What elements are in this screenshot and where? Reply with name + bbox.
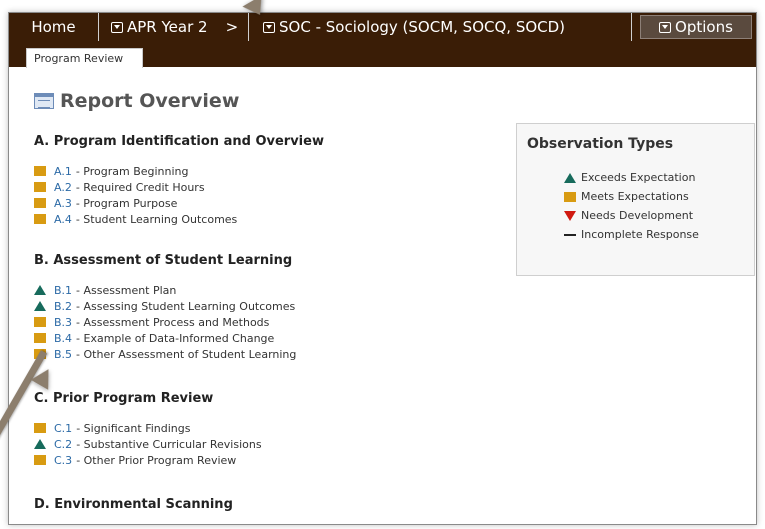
item-link[interactable]: B.5 bbox=[54, 348, 72, 361]
breadcrumb-separator: > bbox=[225, 18, 239, 36]
item-link[interactable]: C.3 bbox=[54, 454, 72, 467]
item-link[interactable]: B.2 bbox=[54, 300, 72, 313]
legend-entry: Meets Expectations bbox=[564, 187, 754, 206]
section-heading: C. Prior Program Review bbox=[34, 391, 214, 406]
section-heading: B. Assessment of Student Learning bbox=[34, 253, 293, 268]
meets-square-icon bbox=[34, 166, 46, 176]
legend-label: Incomplete Response bbox=[581, 228, 699, 241]
item-link[interactable]: C.2 bbox=[54, 438, 72, 451]
nav-program-label: SOC - Sociology (SOCM, SOCQ, SOCD) bbox=[279, 18, 566, 36]
legend-label: Exceeds Expectation bbox=[581, 171, 696, 184]
item-label: - Example of Data-Informed Change bbox=[76, 331, 275, 345]
item-label: - Program Purpose bbox=[75, 196, 178, 210]
options-button[interactable]: Options bbox=[640, 15, 752, 39]
legend-label: Needs Development bbox=[581, 209, 694, 222]
report-section: B. Assessment of Student Learning B.1 - As… bbox=[34, 253, 296, 362]
item-label: - Other Assessment of Student Learning bbox=[76, 347, 297, 361]
tab-bar: Program Review bbox=[9, 41, 756, 68]
report-item: A.4- Student Learning Outcomes bbox=[34, 211, 324, 227]
top-nav-bar: Home APR Year 2 > SOC - Sociology (SOCM,… bbox=[9, 13, 756, 41]
nav-options: Options bbox=[632, 13, 756, 41]
legend-entry: Incomplete Response bbox=[564, 225, 754, 244]
report-icon bbox=[34, 93, 54, 109]
report-item: B.5 - Other Assessment of Student Learnin… bbox=[34, 346, 296, 362]
nav-year-label: APR Year 2 bbox=[127, 18, 208, 36]
section-heading: D. Environmental Scanning bbox=[34, 497, 233, 512]
incomplete-dash-icon bbox=[564, 233, 576, 236]
item-link[interactable]: A.4 bbox=[54, 213, 72, 226]
report-item: B.4 - Example of Data-Informed Change bbox=[34, 330, 296, 346]
exceeds-triangle-icon bbox=[564, 172, 576, 183]
item-label: - Assessment Process and Methods bbox=[76, 315, 270, 329]
meets-square-icon bbox=[34, 333, 46, 343]
report-item: C.2 - Substantive Curricular Revisions bbox=[34, 436, 262, 452]
section-heading: A. Program Identification and Overview bbox=[34, 134, 324, 149]
page-title-text: Report Overview bbox=[60, 90, 240, 112]
item-label: - Substantive Curricular Revisions bbox=[76, 437, 262, 451]
report-item: B.2 - Assessing Student Learning Outcomes bbox=[34, 298, 296, 314]
needs-triangle-icon bbox=[564, 210, 576, 221]
observation-types-title: Observation Types bbox=[527, 136, 674, 152]
legend-label: Meets Expectations bbox=[581, 190, 689, 203]
dropdown-icon bbox=[659, 21, 672, 33]
dropdown-icon bbox=[263, 21, 275, 33]
report-section: D. Environmental ScanningD.1- External D… bbox=[34, 497, 233, 524]
nav-program-dropdown[interactable]: SOC - Sociology (SOCM, SOCQ, SOCD) bbox=[249, 13, 632, 41]
report-section: A. Program Identification and Overview A.… bbox=[34, 134, 324, 227]
item-link[interactable]: A.2 bbox=[54, 181, 72, 194]
item-label: - Assessment Plan bbox=[76, 283, 177, 297]
nav-home[interactable]: Home bbox=[9, 13, 99, 41]
item-label: - Other Prior Program Review bbox=[76, 453, 237, 467]
meets-square-icon bbox=[34, 423, 46, 433]
tab-program-review[interactable]: Program Review bbox=[26, 48, 143, 68]
observation-types-panel: Observation Types Exceeds Expectation Mee… bbox=[516, 123, 755, 276]
meets-square-icon bbox=[34, 317, 46, 327]
report-item: A.3- Program Purpose bbox=[34, 195, 324, 211]
nav-home-label: Home bbox=[31, 18, 76, 36]
item-label: - Required Credit Hours bbox=[75, 180, 205, 194]
report-item: B.3 - Assessment Process and Methods bbox=[34, 314, 296, 330]
item-link[interactable]: C.1 bbox=[54, 422, 72, 435]
nav-year-dropdown[interactable]: APR Year 2 > bbox=[99, 13, 249, 41]
exceeds-triangle-icon bbox=[34, 439, 46, 449]
meets-square-icon bbox=[564, 191, 576, 202]
exceeds-triangle-icon bbox=[34, 285, 46, 295]
item-label: - Assessing Student Learning Outcomes bbox=[76, 299, 296, 313]
report-item: C.1 - Significant Findings bbox=[34, 420, 262, 436]
legend-entry: Needs Development bbox=[564, 206, 754, 225]
item-link[interactable]: B.1 bbox=[54, 284, 72, 297]
report-item: B.1 - Assessment Plan bbox=[34, 282, 296, 298]
item-label: - Student Learning Outcomes bbox=[75, 212, 238, 226]
item-link[interactable]: A.1 bbox=[54, 165, 72, 178]
meets-square-icon bbox=[34, 214, 46, 224]
item-link[interactable]: B.3 bbox=[54, 316, 72, 329]
report-section: C. Prior Program Review C.1 - Significant … bbox=[34, 391, 262, 468]
exceeds-triangle-icon bbox=[34, 301, 46, 311]
app-window: Home APR Year 2 > SOC - Sociology (SOCM,… bbox=[8, 12, 757, 525]
report-item: A.2- Required Credit Hours bbox=[34, 179, 324, 195]
meets-square-icon bbox=[34, 198, 46, 208]
legend-entry: Exceeds Expectation bbox=[564, 168, 754, 187]
item-link[interactable]: A.3 bbox=[54, 197, 72, 210]
report-item: A.1- Program Beginning bbox=[34, 163, 324, 179]
dropdown-icon bbox=[111, 21, 123, 33]
item-link[interactable]: B.4 bbox=[54, 332, 72, 345]
meets-square-icon bbox=[34, 455, 46, 465]
report-item: C.3 - Other Prior Program Review bbox=[34, 452, 262, 468]
options-label: Options bbox=[675, 18, 733, 36]
page-title: Report Overview bbox=[34, 90, 239, 112]
item-label: - Significant Findings bbox=[76, 421, 191, 435]
observation-types-legend: Exceeds Expectation Meets Expectations Nee… bbox=[564, 168, 754, 244]
tab-label: Program Review bbox=[34, 52, 124, 65]
meets-square-icon bbox=[34, 182, 46, 192]
item-label: - Program Beginning bbox=[75, 164, 189, 178]
